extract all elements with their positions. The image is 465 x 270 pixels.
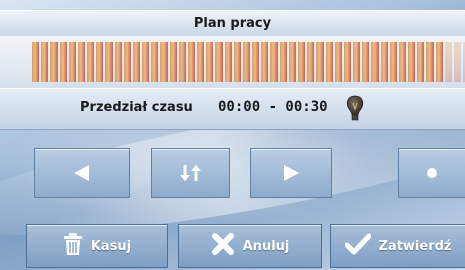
schedule-slot (87, 42, 95, 82)
right-arrow-icon (280, 162, 302, 184)
swap-button[interactable] (151, 148, 230, 198)
schedule-slot (224, 42, 232, 82)
schedule-slot (380, 42, 388, 82)
schedule-slot (343, 42, 352, 82)
schedule-slot (362, 42, 370, 82)
cancel-button[interactable]: Anuluj (178, 224, 322, 268)
schedule-slot (398, 42, 407, 82)
confirm-button-label: Zatwierdź (378, 238, 452, 254)
schedule-slot (160, 42, 168, 82)
schedule-slot (389, 42, 397, 82)
schedule-slot (325, 42, 333, 82)
schedule-slot (169, 42, 177, 82)
schedule-slot (435, 42, 443, 82)
schedule-slot (252, 42, 260, 82)
schedule-slot (334, 42, 342, 82)
time-range-value: 00:00 - 00:30 (218, 99, 328, 115)
next-button[interactable] (250, 148, 332, 198)
schedule-slot (32, 42, 40, 82)
schedule-slot (206, 42, 214, 82)
schedule-slot (444, 42, 452, 82)
schedule-slot (132, 42, 141, 82)
time-interval-label: Przedział czasu (80, 100, 193, 115)
schedule-slot (242, 42, 251, 82)
schedule-slot (426, 42, 434, 82)
delete-button[interactable]: Kasuj (26, 224, 168, 268)
schedule-slot (77, 42, 86, 82)
checkmark-icon (344, 233, 371, 259)
schedule-slot (50, 42, 58, 82)
schedule-slot (371, 42, 379, 82)
schedule-slot (261, 42, 269, 82)
schedule-slot (178, 42, 186, 82)
schedule-slot (114, 42, 122, 82)
schedule-slot (68, 42, 76, 82)
schedule-slot (408, 42, 416, 82)
schedule-slot (105, 42, 113, 82)
schedule-slot (288, 42, 296, 82)
schedule-slot (123, 42, 131, 82)
schedule-slot (316, 42, 324, 82)
schedule-slot (453, 42, 462, 82)
schedule-slot (215, 42, 223, 82)
schedule-slot (233, 42, 241, 82)
delete-button-label: Kasuj (90, 238, 132, 254)
page-title: Plan pracy (0, 10, 465, 38)
schedule-slot (151, 42, 159, 82)
bulb-icon (344, 94, 366, 122)
schedule-slot (297, 42, 306, 82)
confirm-button[interactable]: Zatwierdź (330, 224, 465, 268)
schedule-slot (41, 42, 49, 82)
schedule-slot (187, 42, 196, 82)
left-arrow-icon (71, 162, 93, 184)
schedule-slot (59, 42, 67, 82)
swap-arrows-icon (179, 163, 203, 183)
schedule-slot (307, 42, 315, 82)
schedule-slot (142, 42, 150, 82)
trash-icon (63, 232, 83, 260)
schedule-slot (96, 42, 104, 82)
close-icon (211, 233, 235, 259)
schedule-bars (32, 42, 465, 82)
previous-button[interactable] (34, 148, 130, 198)
dot-icon (425, 166, 439, 180)
schedule-bar (0, 36, 465, 89)
schedule-slot (353, 42, 361, 82)
time-interval-row: Przedział czasu 00:00 - 00:30 (0, 88, 465, 130)
schedule-slot (417, 42, 425, 82)
select-dot-button[interactable] (398, 148, 465, 198)
schedule-slot (270, 42, 278, 82)
schedule-slot (197, 42, 205, 82)
schedule-slot (279, 42, 287, 82)
cancel-button-label: Anuluj (242, 238, 290, 254)
